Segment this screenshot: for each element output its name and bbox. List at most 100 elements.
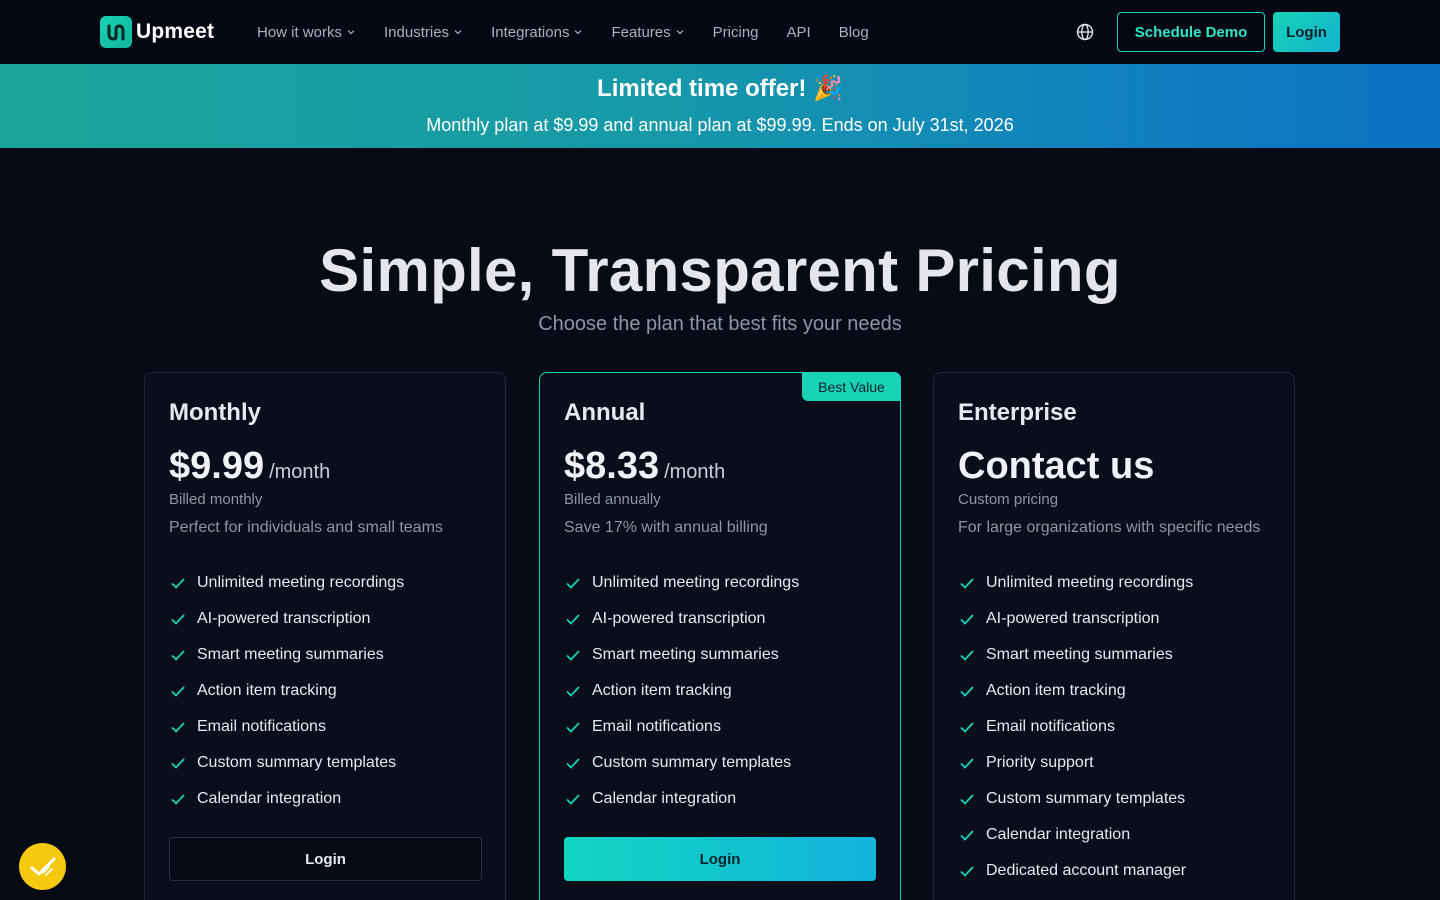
chevron-down-icon xyxy=(347,30,355,35)
feature-label: Email notifications xyxy=(197,718,326,735)
nav-blog[interactable]: Blog xyxy=(839,24,869,41)
check-icon xyxy=(171,794,185,805)
feature-label: Action item tracking xyxy=(197,682,337,699)
feature-item: Custom summary templates xyxy=(958,781,1193,817)
feature-label: Calendar integration xyxy=(197,790,342,807)
feature-item: Unlimited meeting recordings xyxy=(564,565,799,601)
best-value-badge: Best Value xyxy=(802,372,901,401)
promo-banner: Limited time offer! 🎉 Monthly plan at $9… xyxy=(0,64,1440,148)
billing-note: Custom pricing xyxy=(958,491,1059,508)
schedule-demo-button[interactable]: Schedule Demo xyxy=(1117,12,1265,52)
feature-item: Action item tracking xyxy=(169,673,404,709)
feature-label: Calendar integration xyxy=(592,790,737,807)
price-row: $9.99 /month xyxy=(169,445,330,488)
brand-logo[interactable]: Upmeet xyxy=(100,16,214,48)
feature-label: Custom summary templates xyxy=(592,754,792,771)
nav-api[interactable]: API xyxy=(787,24,811,41)
check-icon xyxy=(566,578,580,589)
feature-item: Smart meeting summaries xyxy=(564,637,799,673)
nav-link-label: Industries xyxy=(384,23,450,41)
nav-link-label: Features xyxy=(611,23,671,41)
chevron-down-icon xyxy=(575,30,582,35)
plan-description: Save 17% with annual billing xyxy=(564,519,768,536)
plan-period: /month xyxy=(269,461,331,483)
feature-label: Unlimited meeting recordings xyxy=(592,574,800,591)
feature-item: Calendar integration xyxy=(958,817,1193,853)
check-icon xyxy=(960,614,974,625)
check-icon xyxy=(171,758,185,769)
feature-label: Priority support xyxy=(986,754,1094,771)
feature-label: Custom summary templates xyxy=(197,754,397,771)
check-icon xyxy=(566,758,580,769)
chevron-down-icon xyxy=(454,30,462,35)
feature-label: AI-powered transcription xyxy=(986,610,1160,627)
checkmark-icon xyxy=(30,857,55,876)
feature-label: Dedicated account manager xyxy=(986,862,1187,879)
feature-item: Unlimited meeting recordings xyxy=(958,565,1193,601)
check-icon xyxy=(171,614,185,625)
promo-title: Limited time offer! 🎉 xyxy=(597,75,843,102)
plan-price: $9.99 xyxy=(169,445,265,487)
plan-description: For large organizations with specific ne… xyxy=(958,519,1261,536)
top-navbar: Upmeet How it works Industries Integrati… xyxy=(0,0,1440,64)
feature-label: Action item tracking xyxy=(592,682,732,699)
check-icon xyxy=(960,830,974,841)
check-icon xyxy=(960,866,974,877)
plan-price: Contact us xyxy=(958,445,1155,487)
feature-label: Unlimited meeting recordings xyxy=(986,574,1194,591)
login-button[interactable]: Login xyxy=(1273,12,1340,52)
page-subtitle: Choose the plan that best fits your need… xyxy=(538,313,902,335)
feature-label: Smart meeting summaries xyxy=(592,646,779,663)
plan-card-enterprise: Enterprise Contact us Custom pricing For… xyxy=(933,372,1295,900)
nav-industries[interactable]: Industries xyxy=(384,24,463,41)
nav-integrations[interactable]: Integrations xyxy=(491,24,583,41)
check-icon xyxy=(171,686,185,697)
feature-item: AI-powered transcription xyxy=(958,601,1193,637)
feature-item: Email notifications xyxy=(564,709,799,745)
feature-item: AI-powered transcription xyxy=(169,601,404,637)
nav-link-label: How it works xyxy=(257,23,343,41)
monthly-login-button[interactable]: Login xyxy=(169,837,482,881)
page-title: Simple, Transparent Pricing xyxy=(319,237,1121,304)
annual-login-button[interactable]: Login xyxy=(564,837,876,881)
feature-item: Email notifications xyxy=(958,709,1193,745)
brand-name: Upmeet xyxy=(136,20,215,43)
feedback-widget-button[interactable] xyxy=(19,843,66,890)
feature-label: Calendar integration xyxy=(986,826,1131,843)
feature-list: Unlimited meeting recordings AI-powered … xyxy=(958,565,1193,889)
check-icon xyxy=(171,650,185,661)
feature-list: Unlimited meeting recordings AI-powered … xyxy=(564,565,799,817)
promo-subtitle: Monthly plan at $9.99 and annual plan at… xyxy=(426,115,1014,135)
feature-item: Calendar integration xyxy=(564,781,799,817)
feature-item: Unlimited meeting recordings xyxy=(169,565,404,601)
feature-item: Priority support xyxy=(958,745,1193,781)
plan-name: Monthly xyxy=(169,399,261,426)
check-icon xyxy=(960,758,974,769)
feature-item: Action item tracking xyxy=(564,673,799,709)
feature-label: Custom summary templates xyxy=(986,790,1186,807)
nav-pricing[interactable]: Pricing xyxy=(713,24,759,41)
billing-note: Billed monthly xyxy=(169,491,263,508)
feature-label: Unlimited meeting recordings xyxy=(197,574,405,591)
feature-item: Custom summary templates xyxy=(564,745,799,781)
feature-item: Custom summary templates xyxy=(169,745,404,781)
globe-icon[interactable] xyxy=(1075,22,1095,42)
chevron-down-icon xyxy=(676,30,684,35)
nav-features[interactable]: Features xyxy=(611,24,684,41)
upmeet-logo-icon xyxy=(100,16,132,48)
plan-card-annual: Best Value Annual $8.33 /month Billed an… xyxy=(539,372,901,900)
feature-item: Dedicated account manager xyxy=(958,853,1193,889)
plan-card-monthly: Monthly $9.99 /month Billed monthly Perf… xyxy=(144,372,506,900)
feature-item: Email notifications xyxy=(169,709,404,745)
plan-name: Annual xyxy=(564,399,646,426)
nav-links: How it works Industries Integrations Fea… xyxy=(257,0,869,64)
feature-label: Smart meeting summaries xyxy=(986,646,1173,663)
feature-item: Smart meeting summaries xyxy=(958,637,1193,673)
feature-label: AI-powered transcription xyxy=(197,610,371,627)
feature-item: Calendar integration xyxy=(169,781,404,817)
nav-how-it-works[interactable]: How it works xyxy=(257,24,356,41)
nav-link-label: Integrations xyxy=(491,23,570,41)
feature-list: Unlimited meeting recordings AI-powered … xyxy=(169,565,404,817)
check-icon xyxy=(960,578,974,589)
check-icon xyxy=(566,722,580,733)
